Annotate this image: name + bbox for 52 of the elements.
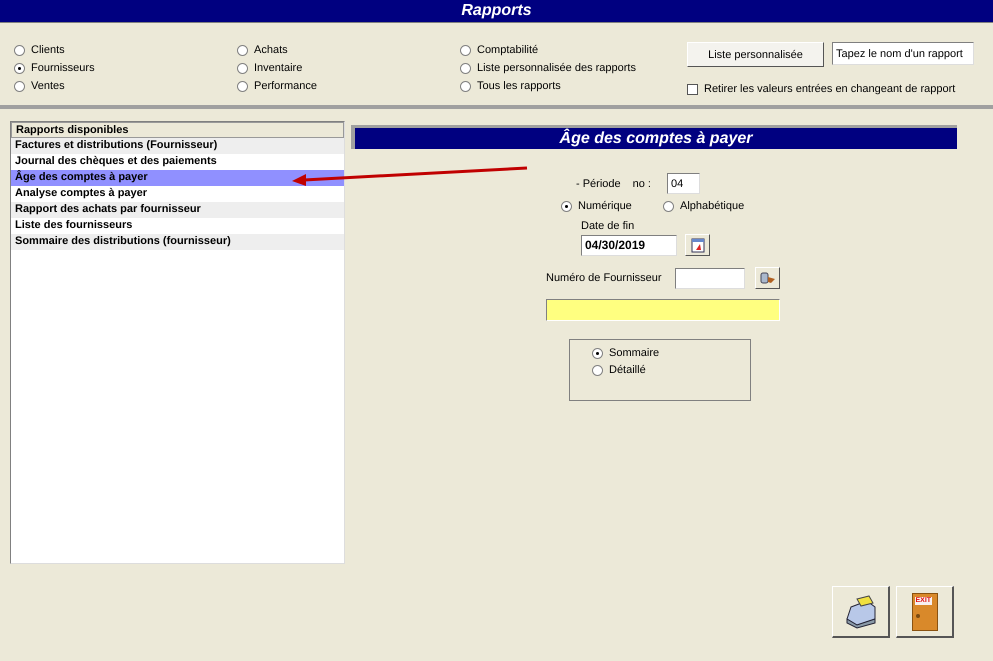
radio-button[interactable]	[460, 44, 471, 56]
list-item[interactable]: Sommaire des distributions (fournisseur)	[11, 234, 344, 250]
calendar-icon	[690, 237, 706, 253]
radio-label: Liste personnalisée des rapports	[477, 62, 636, 74]
list-item[interactable]: Liste des fournisseurs	[11, 218, 344, 234]
radio-label: Inventaire	[254, 62, 302, 74]
radio-label: Alphabétique	[680, 200, 744, 212]
search-icon	[758, 270, 776, 286]
checkbox-label: Retirer les valeurs entrées en changeant de rapport	[704, 83, 956, 95]
radio-label: Détaillé	[609, 364, 646, 376]
form-title: Âge des comptes à payer	[351, 125, 957, 149]
radio-label: Tous les rapports	[477, 80, 561, 92]
checkbox[interactable]	[687, 84, 698, 94]
report-name-field[interactable]: Tapez le nom d'un rapport	[832, 42, 974, 65]
supplier-field[interactable]	[675, 268, 745, 288]
list-item[interactable]: Analyse comptes à payer	[11, 186, 344, 202]
radio-label: Ventes	[31, 80, 65, 92]
supplier-label: Numéro de Fournisseur	[546, 272, 663, 284]
calendar-button[interactable]	[685, 234, 710, 256]
custom-list-button[interactable]: Liste personnalisée	[687, 42, 824, 67]
radio-button[interactable]	[663, 200, 674, 212]
end-date-label: Date de fin	[581, 220, 636, 232]
radio-button[interactable]	[592, 364, 603, 376]
period-no-label: no :	[632, 178, 651, 190]
radio-label: Clients	[31, 44, 65, 56]
radio-label: Comptabilité	[477, 44, 538, 56]
radio-button[interactable]	[460, 80, 471, 92]
radio-label: Performance	[254, 80, 317, 92]
radio-button[interactable]	[460, 62, 471, 74]
list-item[interactable]: Journal des chèques et des paiements	[11, 154, 344, 170]
end-date-field[interactable]: 04/30/2019	[581, 234, 677, 256]
list-item[interactable]: Factures et distributions (Fournisseur)	[11, 138, 344, 154]
list-header: Rapports disponibles	[11, 122, 344, 138]
radio-label: Numérique	[578, 200, 632, 212]
radio-label: Fournisseurs	[31, 62, 95, 74]
radio-button[interactable]	[237, 44, 248, 56]
period-label: - Période	[576, 178, 621, 190]
list-item[interactable]: Rapport des achats par fournisseur	[11, 202, 344, 218]
window-title: Rapports	[0, 0, 993, 23]
radio-button[interactable]	[14, 80, 25, 92]
list-item[interactable]: Âge des comptes à payer	[11, 170, 344, 186]
radio-label: Sommaire	[609, 347, 660, 359]
period-field[interactable]: 04	[667, 173, 700, 194]
radio-button[interactable]	[14, 62, 25, 74]
radio-button[interactable]	[592, 348, 603, 358]
radio-button[interactable]	[561, 200, 572, 212]
radio-button[interactable]	[237, 62, 248, 74]
radio-button[interactable]	[14, 44, 25, 56]
radio-label: Achats	[254, 44, 288, 56]
search-button[interactable]	[755, 267, 780, 289]
print-button[interactable]	[832, 586, 890, 638]
radio-button[interactable]	[237, 80, 248, 92]
